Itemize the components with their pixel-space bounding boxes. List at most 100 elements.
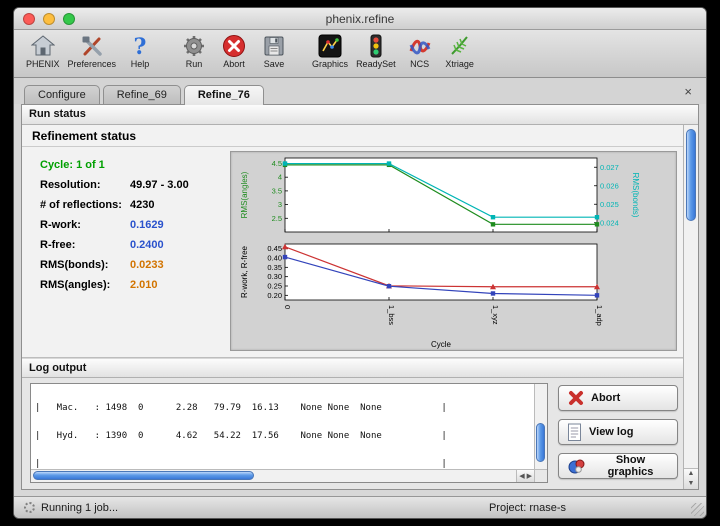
tab-refine-76[interactable]: Refine_76 — [184, 85, 264, 105]
main-toolbar: PHENIX Preferences ? Help Run Abort — [14, 30, 706, 78]
log-vertical-scrollbar-thumb[interactable] — [536, 423, 545, 462]
window-controls — [23, 13, 75, 25]
svg-text:0.35: 0.35 — [267, 263, 282, 272]
scroll-region: Refinement status Cycle: 1 of 1 Resoluti… — [22, 125, 698, 489]
svg-text:3.5: 3.5 — [272, 186, 282, 195]
window-title: phenix.refine — [14, 12, 706, 26]
log-horizontal-scrollbar-thumb[interactable] — [33, 471, 254, 480]
log-output-box[interactable]: | Mac. : 1498 0 2.28 79.79 16.13 None No… — [30, 383, 548, 483]
toolbar-button-graphics[interactable]: Graphics — [308, 32, 352, 69]
log-output-section: | Mac. : 1498 0 2.28 79.79 16.13 None No… — [22, 378, 683, 489]
log-horizontal-scrollbar[interactable]: ◀ ▶ — [31, 469, 534, 482]
abort-x-icon — [567, 389, 585, 407]
toolbar-label: Run — [186, 59, 203, 69]
toolbar-button-save[interactable]: Save — [254, 32, 294, 69]
svg-text:0.25: 0.25 — [267, 282, 282, 291]
graphics-viewer-icon — [317, 32, 343, 60]
phenix-home-icon — [31, 32, 55, 60]
toolbar-label: PHENIX — [26, 59, 60, 69]
status-bar: Running 1 job... Project: rnase-s — [14, 496, 706, 518]
toolbar-button-preferences[interactable]: Preferences — [64, 32, 121, 69]
refinement-status-heading: Refinement status — [22, 125, 683, 147]
stat-value: 0.0233 — [130, 259, 164, 271]
help-icon: ? — [128, 32, 152, 60]
toolbar-label: Save — [264, 59, 285, 69]
abort-button-label: Abort — [591, 392, 620, 404]
close-window-button[interactable] — [23, 13, 35, 25]
scroll-down-arrow-icon[interactable]: ▼ — [684, 479, 698, 489]
stat-cycle: Cycle: 1 of 1 — [32, 155, 222, 175]
tab-bar: Configure Refine_69 Refine_76 × — [14, 78, 706, 104]
show-graphics-button[interactable]: Show graphics — [558, 453, 678, 479]
svg-text:0.45: 0.45 — [267, 244, 282, 253]
log-text: | Mac. : 1498 0 2.28 79.79 16.13 None No… — [31, 384, 534, 469]
stat-label: RMS(angles): — [32, 279, 130, 291]
stat-rms-bonds: RMS(bonds): 0.0233 — [32, 255, 222, 275]
resize-grip[interactable] — [691, 503, 704, 516]
toolbar-label: Help — [131, 59, 150, 69]
stat-label: # of reflections: — [32, 199, 130, 211]
run-status-header: Run status — [22, 105, 698, 125]
refinement-chart: 2.533.544.50.0240.0250.0260.027RMS(angle… — [230, 151, 677, 351]
status-message: Running 1 job... — [41, 502, 118, 514]
log-line: | Mac. : 1498 0 2.28 79.79 16.13 None No… — [35, 404, 534, 413]
action-buttons: Abort View log Show graphics — [558, 383, 678, 483]
xtriage-fern-icon — [447, 32, 473, 60]
toolbar-button-help[interactable]: ? Help — [120, 32, 160, 69]
view-log-button-label: View log — [589, 426, 633, 438]
svg-text:0.20: 0.20 — [267, 291, 282, 300]
save-floppy-icon — [262, 32, 286, 60]
tab-refine-69[interactable]: Refine_69 — [103, 85, 181, 105]
scroll-left-arrow-icon[interactable]: ◀ — [519, 471, 524, 481]
toolbar-button-run[interactable]: Run — [174, 32, 214, 69]
minimize-window-button[interactable] — [43, 13, 55, 25]
svg-text:0: 0 — [283, 305, 292, 309]
project-label: Project: rnase-s — [489, 502, 566, 514]
document-icon — [567, 423, 583, 442]
titlebar: phenix.refine — [14, 8, 706, 30]
zoom-window-button[interactable] — [63, 13, 75, 25]
ncs-ribbons-icon — [407, 32, 433, 60]
abort-button[interactable]: Abort — [558, 385, 678, 411]
stat-value: 2.010 — [130, 279, 158, 291]
svg-text:1_bss: 1_bss — [387, 305, 396, 325]
svg-text:R-work, R-free: R-work, R-free — [240, 245, 249, 298]
tab-configure[interactable]: Configure — [24, 85, 100, 105]
toolbar-label: Abort — [223, 59, 245, 69]
toolbar-button-readyset[interactable]: ReadySet — [352, 32, 400, 69]
main-scrollbar-thumb[interactable] — [686, 129, 696, 221]
stat-label: Cycle: 1 of 1 — [32, 159, 130, 171]
toolbar-button-xtriage[interactable]: Xtriage — [440, 32, 480, 69]
stat-value: 0.2400 — [130, 239, 164, 251]
refinement-status-panel: Refinement status Cycle: 1 of 1 Resoluti… — [22, 125, 683, 358]
svg-text:0.30: 0.30 — [267, 272, 282, 281]
close-tab-icon[interactable]: × — [680, 84, 696, 103]
log-vertical-scrollbar[interactable] — [534, 384, 547, 469]
toolbar-label: Xtriage — [445, 59, 474, 69]
svg-text:3: 3 — [278, 200, 282, 209]
log-output-header: Log output — [22, 358, 683, 378]
scroll-up-arrow-icon[interactable]: ▲ — [684, 469, 698, 479]
svg-text:?: ? — [134, 34, 147, 58]
stat-value: 49.97 - 3.00 — [130, 179, 189, 191]
stat-rms-angles: RMS(angles): 2.010 — [32, 275, 222, 295]
main-scrollbar[interactable]: ▲ ▼ — [683, 125, 698, 489]
toolbar-label: ReadySet — [356, 59, 396, 69]
stat-label: Resolution: — [32, 179, 130, 191]
svg-text:1_adp: 1_adp — [595, 305, 604, 326]
svg-text:0.025: 0.025 — [600, 200, 619, 209]
svg-text:1_xyz: 1_xyz — [491, 305, 500, 325]
run-gear-icon — [181, 32, 207, 60]
log-line: | | — [35, 460, 534, 469]
toolbar-button-phenix[interactable]: PHENIX — [22, 32, 64, 69]
preferences-tools-icon — [80, 32, 104, 60]
scroll-right-arrow-icon[interactable]: ▶ — [527, 471, 532, 481]
stat-label: R-free: — [32, 239, 130, 251]
svg-text:RMS(bonds): RMS(bonds) — [631, 173, 640, 218]
toolbar-button-ncs[interactable]: NCS — [400, 32, 440, 69]
refinement-stats: Cycle: 1 of 1 Resolution: 49.97 - 3.00 #… — [32, 151, 222, 351]
view-log-button[interactable]: View log — [558, 419, 678, 445]
toolbar-button-abort[interactable]: Abort — [214, 32, 254, 69]
molecule-graphics-icon — [567, 457, 586, 476]
stat-reflections: # of reflections: 4230 — [32, 195, 222, 215]
